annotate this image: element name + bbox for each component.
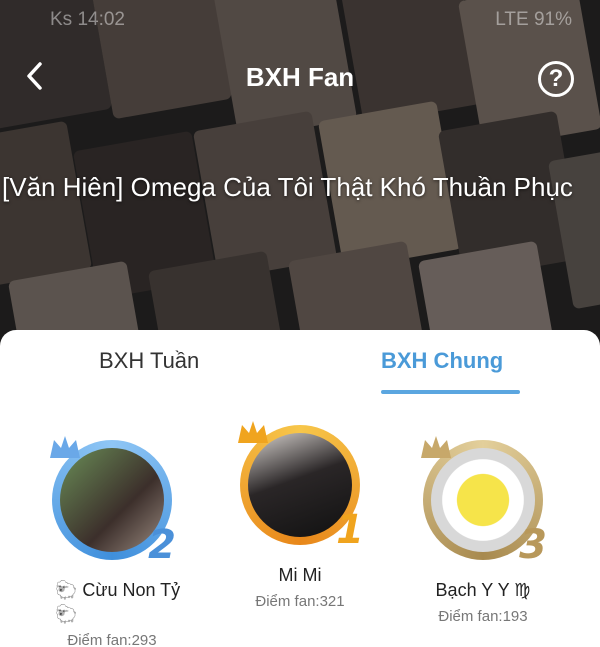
page-title: BXH Fan [245, 62, 355, 92]
active-tab-indicator [381, 390, 520, 394]
story-title: [Văn Hiên] Omega Của Tôi Thật Khó Thuần … [2, 172, 573, 202]
fan-item[interactable]: 3 Bạch Y Y ♍ Điểm fan:193 [398, 436, 568, 625]
question-circle-icon: ? [548, 65, 564, 92]
tab-weekly[interactable]: BXH Tuần [99, 348, 199, 374]
tab-overall[interactable]: BXH Chung [381, 348, 503, 374]
fan-name: Bạch Y Y ♍ [435, 580, 531, 600]
fan-name: 🐑 Cừu Non Tỷ 🐑 [55, 580, 181, 624]
status-time: Ks 14:02 [50, 9, 125, 30]
help-button[interactable]: ? [538, 61, 574, 97]
rank-number: 3 [519, 522, 547, 568]
avatar[interactable]: 1 [238, 421, 364, 553]
crown-icon [50, 436, 80, 458]
fan-item[interactable]: 1 Mi Mi Điểm fan:321 [215, 421, 385, 610]
avatar[interactable]: 2 [50, 436, 176, 568]
rank-number: 2 [148, 522, 176, 568]
fan-score: Điểm fan:193 [438, 608, 528, 625]
ranking-card: BXH Tuần BXH Chung 2 🐑 Cừu Non Tỷ 🐑 Điểm… [0, 330, 600, 647]
rank-number: 1 [336, 507, 364, 553]
fan-item[interactable]: 2 🐑 Cừu Non Tỷ 🐑 Điểm fan:293 [27, 436, 197, 647]
status-bar: Ks 14:02 LTE 91% [0, 0, 600, 40]
avatar[interactable]: 3 [421, 436, 547, 568]
status-indicators: LTE 91% [495, 9, 572, 30]
crown-icon [421, 436, 451, 458]
crown-icon [238, 421, 268, 443]
fan-score: Điểm fan:321 [255, 593, 345, 610]
fan-name: Mi Mi [278, 565, 322, 585]
fan-score: Điểm fan:293 [67, 632, 157, 647]
